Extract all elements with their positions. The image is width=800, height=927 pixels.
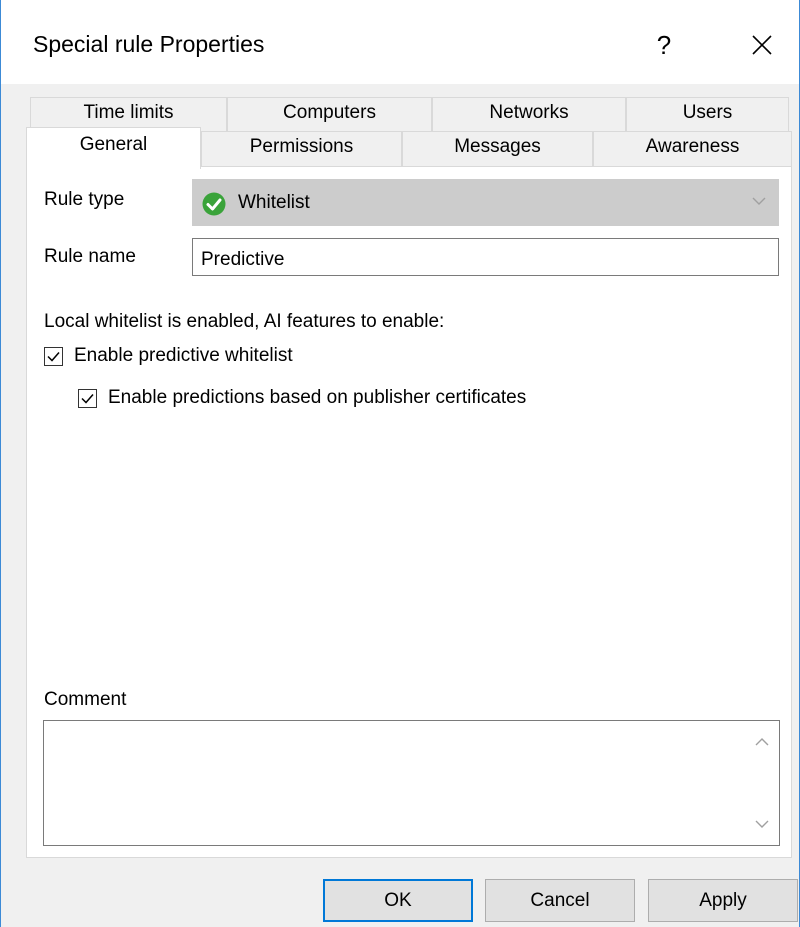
chevron-down-icon xyxy=(752,197,766,205)
dialog-title: Special rule Properties xyxy=(33,31,265,57)
close-icon xyxy=(752,35,772,55)
tab-messages[interactable]: Messages xyxy=(402,131,593,167)
rule-type-combobox[interactable]: Whitelist xyxy=(192,179,779,226)
ai-features-info-text: Local whitelist is enabled, AI features … xyxy=(44,311,445,332)
rule-type-label: Rule type xyxy=(44,189,125,210)
tab-awareness[interactable]: Awareness xyxy=(593,131,792,167)
enable-certificate-predictions-label[interactable]: Enable predictions based on publisher ce… xyxy=(108,387,526,409)
close-button[interactable] xyxy=(739,22,785,68)
checkmark-icon xyxy=(81,394,94,404)
enable-certificate-predictions-checkbox[interactable] xyxy=(78,389,97,408)
tab-label: Users xyxy=(682,102,733,123)
tab-label: Networks xyxy=(489,102,569,123)
cancel-button[interactable]: Cancel xyxy=(485,879,635,922)
comment-label: Comment xyxy=(44,689,127,710)
tab-permissions[interactable]: Permissions xyxy=(201,131,402,167)
tab-label: General xyxy=(79,134,148,155)
ok-button[interactable]: OK xyxy=(323,879,473,922)
tab-label: Time limits xyxy=(83,102,174,123)
apply-button[interactable]: Apply xyxy=(648,879,798,922)
rule-name-label: Rule name xyxy=(44,246,136,267)
rule-name-input[interactable] xyxy=(192,238,779,276)
help-button[interactable]: ? xyxy=(641,22,687,68)
enable-predictive-whitelist-checkbox[interactable] xyxy=(44,347,63,366)
tab-label: Permissions xyxy=(249,136,354,157)
scroll-up-icon[interactable] xyxy=(755,737,769,747)
rule-type-value: Whitelist xyxy=(238,192,310,213)
green-checkmark-icon xyxy=(202,192,226,216)
tab-label: Computers xyxy=(283,102,376,123)
tab-users[interactable]: Users xyxy=(626,97,789,131)
tab-general[interactable]: General xyxy=(26,127,201,169)
comment-textarea[interactable] xyxy=(43,720,780,846)
properties-dialog: Special rule Properties ? Time limits Co… xyxy=(0,0,800,927)
tab-computers[interactable]: Computers xyxy=(227,97,432,131)
tab-label: Awareness xyxy=(645,136,740,157)
title-bar: Special rule Properties ? xyxy=(1,0,799,84)
tab-networks[interactable]: Networks xyxy=(432,97,626,131)
comment-scrollbar[interactable] xyxy=(745,721,779,845)
tab-label: Messages xyxy=(454,136,541,157)
checkmark-icon xyxy=(47,352,60,362)
enable-predictive-whitelist-label[interactable]: Enable predictive whitelist xyxy=(74,345,293,367)
tab-time-limits[interactable]: Time limits xyxy=(30,97,227,131)
scroll-down-icon[interactable] xyxy=(755,819,769,829)
